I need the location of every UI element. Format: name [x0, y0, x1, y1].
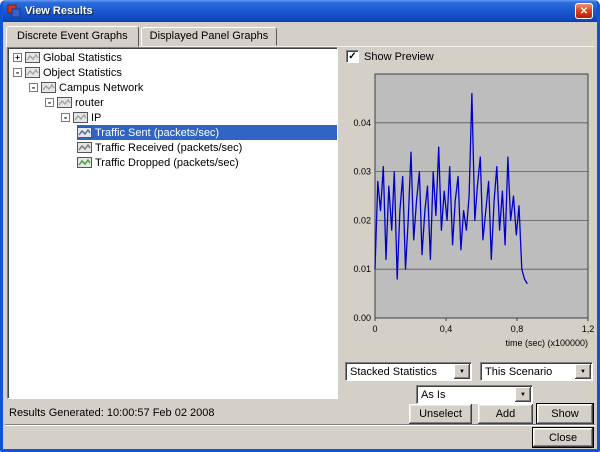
tree-item[interactable]: - IP [8, 110, 337, 125]
svg-text:0: 0 [372, 324, 377, 334]
statistic-graph-icon [77, 157, 92, 168]
scenario-value: This Scenario [481, 366, 575, 378]
tab-discrete-event-graphs[interactable]: Discrete Event Graphs [6, 26, 139, 47]
tree-item[interactable]: - Object Statistics [8, 65, 337, 80]
tree-panel[interactable]: +Global Statistics-Object Statistics-Cam… [7, 47, 338, 399]
app-icon [7, 4, 21, 18]
expand-icon[interactable]: + [13, 53, 22, 62]
chevron-down-icon[interactable]: ▼ [575, 364, 591, 379]
preview-chart: 0.00 0.01 0.02 0.03 0.04 0 0,4 0,8 1,2 time (sec)… [345, 66, 595, 359]
svg-text:1,2: 1,2 [582, 324, 595, 334]
tree-item[interactable]: Traffic Received (packets/sec) [8, 140, 337, 155]
svg-text:0.02: 0.02 [353, 215, 371, 225]
statistic-graph-icon [25, 67, 40, 78]
close-window-button[interactable]: ✕ [575, 3, 593, 19]
tree-item-label: Global Statistics [43, 52, 126, 64]
window-title: View Results [25, 5, 575, 17]
svg-text:0.03: 0.03 [353, 167, 371, 177]
statistic-graph-icon [57, 97, 72, 108]
svg-text:time (sec) (x100000): time (sec) (x100000) [505, 338, 588, 348]
tab-displayed-panel-graphs[interactable]: Displayed Panel Graphs [141, 27, 278, 46]
tree-item-body[interactable]: IP [73, 110, 337, 125]
tree-item[interactable]: - Campus Network [8, 80, 337, 95]
tree-item[interactable]: - router [8, 95, 337, 110]
title-bar[interactable]: View Results ✕ [3, 0, 597, 22]
chevron-down-icon[interactable]: ▼ [454, 364, 470, 379]
tree-item-body[interactable]: Global Statistics [25, 50, 337, 65]
tree-item[interactable]: Traffic Sent (packets/sec) [8, 125, 337, 140]
tree-item[interactable]: + Global Statistics [8, 50, 337, 65]
svg-text:0,8: 0,8 [511, 324, 524, 334]
checkbox-check-icon[interactable]: ✓ [346, 50, 359, 63]
tree-item-body[interactable]: Traffic Received (packets/sec) [77, 140, 337, 155]
show-button[interactable]: Show [537, 404, 593, 424]
tree-item-body[interactable]: Campus Network [41, 80, 337, 95]
tree-item-label: router [75, 97, 108, 109]
statistic-graph-icon [77, 142, 92, 153]
tree-item-label: Traffic Received (packets/sec) [95, 142, 246, 154]
scenario-select[interactable]: This Scenario ▼ [480, 362, 593, 381]
svg-text:0,4: 0,4 [440, 324, 453, 334]
tree-item[interactable]: Traffic Dropped (packets/sec) [8, 155, 337, 170]
collapse-icon[interactable]: - [45, 98, 54, 107]
statistics-mode-select[interactable]: Stacked Statistics ▼ [345, 362, 472, 381]
tree-item-label: IP [91, 112, 105, 124]
svg-text:0.00: 0.00 [353, 313, 371, 323]
chevron-down-icon[interactable]: ▼ [515, 387, 531, 402]
tree-item-label: Campus Network [59, 82, 147, 94]
collapse-icon[interactable]: - [61, 113, 70, 122]
close-icon: ✕ [580, 6, 588, 17]
svg-text:0.04: 0.04 [353, 118, 371, 128]
show-preview-label: Show Preview [364, 51, 434, 63]
tree-item-body[interactable]: Traffic Dropped (packets/sec) [77, 155, 337, 170]
collapse-icon[interactable]: - [13, 68, 22, 77]
tree-item-body[interactable]: router [57, 95, 337, 110]
collapse-icon[interactable]: - [29, 83, 38, 92]
close-button[interactable]: Close [533, 428, 593, 447]
add-button[interactable]: Add [478, 404, 533, 424]
footer-separator [5, 424, 595, 426]
status-text: Results Generated: 10:00:57 Feb 02 2008 [9, 407, 214, 419]
svg-text:0.01: 0.01 [353, 264, 371, 274]
transform-value: As Is [417, 389, 515, 401]
statistic-graph-icon [25, 52, 40, 63]
chart-canvas: 0.00 0.01 0.02 0.03 0.04 0 0,4 0,8 1,2 time (sec)… [345, 66, 595, 359]
view-results-window: View Results ✕ Discrete Event Graphs Dis… [0, 0, 600, 452]
tree-item-label: Traffic Sent (packets/sec) [95, 127, 223, 139]
statistic-graph-icon [73, 112, 88, 123]
tab-strip: Discrete Event Graphs Displayed Panel Gr… [6, 26, 594, 46]
show-preview-checkbox[interactable]: ✓ Show Preview [346, 50, 434, 63]
statistic-graph-icon [77, 127, 92, 138]
statistics-mode-value: Stacked Statistics [346, 366, 454, 378]
tree-item-label: Traffic Dropped (packets/sec) [95, 157, 243, 169]
tree-item-selected[interactable]: Traffic Sent (packets/sec) [77, 125, 337, 140]
statistic-graph-icon [41, 82, 56, 93]
tree-item-body[interactable]: Object Statistics [25, 65, 337, 80]
tree-item-label: Object Statistics [43, 67, 126, 79]
unselect-button[interactable]: Unselect [409, 404, 472, 424]
transform-select[interactable]: As Is ▼ [416, 385, 533, 404]
